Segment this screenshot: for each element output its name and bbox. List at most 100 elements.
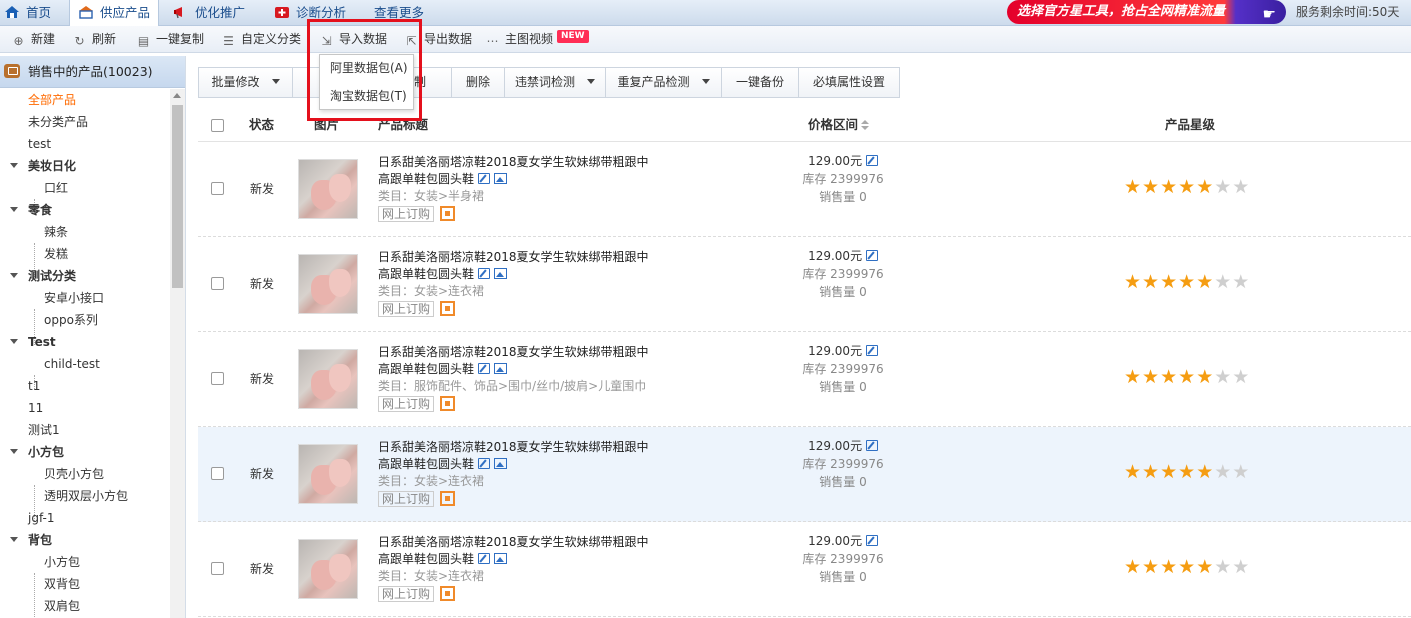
- expand-arrow-icon[interactable]: [10, 339, 18, 344]
- import-ali-package-option[interactable]: 阿里数据包(A): [320, 57, 413, 79]
- tree-node-jgf-1[interactable]: jgf-1: [28, 507, 54, 529]
- refresh-button[interactable]: ↻ 刷新: [73, 26, 116, 53]
- tree-node-test[interactable]: test: [28, 133, 51, 155]
- edit-icon[interactable]: [477, 268, 490, 279]
- table-row[interactable]: 新发 日系甜美洛丽塔凉鞋2018夏女学生软妹绑带粗跟中高跟单鞋包圆头鞋 类目：女…: [198, 427, 1411, 522]
- qr-code-icon[interactable]: [440, 206, 455, 221]
- image-icon[interactable]: [493, 173, 507, 184]
- tree-node-clear-bag[interactable]: 透明双层小方包: [44, 485, 128, 507]
- qr-code-icon[interactable]: [440, 396, 455, 411]
- tree-node-shell-bag[interactable]: 贝壳小方包: [44, 463, 104, 485]
- product-thumbnail[interactable]: [298, 254, 358, 314]
- product-title[interactable]: 日系甜美洛丽塔凉鞋2018夏女学生软妹绑带粗跟中高跟单鞋包圆头鞋: [378, 155, 649, 186]
- tab-home[interactable]: 首页: [4, 0, 51, 26]
- sidebar-scrollbar[interactable]: [170, 89, 185, 618]
- image-icon[interactable]: [493, 268, 507, 279]
- product-thumbnail[interactable]: [298, 349, 358, 409]
- tree-node-test-category[interactable]: 测试分类: [10, 265, 76, 287]
- new-button[interactable]: ⊕ 新建: [12, 26, 55, 53]
- image-icon[interactable]: [493, 363, 507, 374]
- row-checkbox[interactable]: [211, 372, 224, 385]
- custom-category-button[interactable]: ☰ 自定义分类: [222, 26, 301, 53]
- online-order-tag[interactable]: 网上订购: [378, 396, 435, 412]
- product-title[interactable]: 日系甜美洛丽塔凉鞋2018夏女学生软妹绑带粗跟中高跟单鞋包圆头鞋: [378, 535, 649, 566]
- online-order-tag[interactable]: 网上订购: [378, 206, 435, 222]
- online-order-tag[interactable]: 网上订购: [378, 491, 435, 507]
- edit-icon[interactable]: [477, 553, 490, 564]
- online-order-tag[interactable]: 网上订购: [378, 586, 435, 602]
- row-checkbox[interactable]: [211, 467, 224, 480]
- import-taobao-package-option[interactable]: 淘宝数据包(T): [320, 85, 413, 107]
- expand-arrow-icon[interactable]: [10, 537, 18, 542]
- tree-node-t1[interactable]: t1: [28, 375, 40, 397]
- product-thumbnail[interactable]: [298, 539, 358, 599]
- product-title[interactable]: 日系甜美洛丽塔凉鞋2018夏女学生软妹绑带粗跟中高跟单鞋包圆头鞋: [378, 440, 649, 471]
- tab-more[interactable]: 查看更多: [374, 0, 424, 26]
- tab-supply-products[interactable]: 供应产品: [69, 0, 160, 27]
- row-checkbox[interactable]: [211, 182, 224, 195]
- banned-word-check-button[interactable]: 违禁词检测: [504, 67, 606, 98]
- edit-price-icon[interactable]: [865, 535, 878, 546]
- expand-arrow-icon[interactable]: [10, 273, 18, 278]
- tree-node-beauty[interactable]: 美妆日化: [10, 155, 76, 177]
- batch-edit-button[interactable]: 批量修改: [198, 67, 293, 98]
- product-thumbnail[interactable]: [298, 159, 358, 219]
- product-title[interactable]: 日系甜美洛丽塔凉鞋2018夏女学生软妹绑带粗跟中高跟单鞋包圆头鞋: [378, 345, 649, 376]
- required-attributes-button[interactable]: 必填属性设置: [798, 67, 900, 98]
- edit-price-icon[interactable]: [865, 345, 878, 356]
- row-checkbox[interactable]: [211, 562, 224, 575]
- sort-icon[interactable]: [861, 120, 870, 130]
- scroll-up-arrow-icon[interactable]: [173, 93, 181, 98]
- expand-arrow-icon[interactable]: [10, 449, 18, 454]
- qr-code-icon[interactable]: [440, 586, 455, 601]
- table-row[interactable]: 新发 日系甜美洛丽塔凉鞋2018夏女学生软妹绑带粗跟中高跟单鞋包圆头鞋 类目：服…: [198, 332, 1411, 427]
- tree-node-backpack-small[interactable]: 小方包: [44, 551, 80, 573]
- tree-node-android-port[interactable]: 安卓小接口: [44, 287, 104, 309]
- tree-node-oppo[interactable]: oppo系列: [44, 309, 98, 331]
- tree-node-child-test[interactable]: child-test: [44, 353, 100, 375]
- edit-price-icon[interactable]: [865, 440, 878, 451]
- tree-node-small-bag[interactable]: 小方包: [10, 441, 64, 463]
- tree-node-11[interactable]: 11: [28, 397, 43, 419]
- row-checkbox[interactable]: [211, 277, 224, 290]
- tree-node-snacks[interactable]: 零食: [10, 199, 52, 221]
- edit-icon[interactable]: [477, 363, 490, 374]
- export-data-button[interactable]: ⇱ 导出数据: [405, 26, 472, 53]
- one-click-backup-button[interactable]: 一键备份: [721, 67, 799, 98]
- tree-node-spicy-strips[interactable]: 辣条: [44, 221, 68, 243]
- online-order-tag[interactable]: 网上订购: [378, 301, 435, 317]
- one-click-copy-button[interactable]: ▤ 一键复制: [137, 26, 204, 53]
- expand-arrow-icon[interactable]: [10, 207, 18, 212]
- table-row[interactable]: 新发 日系甜美洛丽塔凉鞋2018夏女学生软妹绑带粗跟中高跟单鞋包圆头鞋 类目：女…: [198, 522, 1411, 617]
- header-price[interactable]: 价格区间: [808, 110, 870, 140]
- promo-banner[interactable]: 选择官方星工具，抢占全网精准流量 ☛: [1007, 0, 1286, 24]
- product-title[interactable]: 日系甜美洛丽塔凉鞋2018夏女学生软妹绑带粗跟中高跟单鞋包圆头鞋: [378, 250, 649, 281]
- tree-node-test1[interactable]: 测试1: [28, 419, 60, 441]
- qr-code-icon[interactable]: [440, 491, 455, 506]
- delete-button[interactable]: 删除: [451, 67, 505, 98]
- image-icon[interactable]: [493, 458, 507, 469]
- edit-price-icon[interactable]: [865, 250, 878, 261]
- tree-node-backpack[interactable]: 背包: [10, 529, 52, 551]
- tab-diagnosis[interactable]: 诊断分析: [274, 0, 346, 26]
- import-data-button[interactable]: ⇲ 导入数据: [320, 26, 387, 53]
- tree-node-lipstick[interactable]: 口红: [44, 177, 68, 199]
- image-icon[interactable]: [493, 553, 507, 564]
- table-row[interactable]: 新发 日系甜美洛丽塔凉鞋2018夏女学生软妹绑带粗跟中高跟单鞋包圆头鞋 类目：女…: [198, 142, 1411, 237]
- tree-node-shoulder-backpack[interactable]: 双肩包: [44, 595, 80, 617]
- scrollbar-thumb[interactable]: [172, 105, 183, 288]
- tree-node-double-backpack[interactable]: 双背包: [44, 573, 80, 595]
- edit-icon[interactable]: [477, 458, 490, 469]
- tree-node-rice-cake[interactable]: 发糕: [44, 243, 68, 265]
- tab-promotion[interactable]: 优化推广: [173, 0, 245, 26]
- qr-code-icon[interactable]: [440, 301, 455, 316]
- edit-icon[interactable]: [477, 173, 490, 184]
- tree-node-uncategorized[interactable]: 未分类产品: [28, 111, 88, 133]
- main-image-video-button[interactable]: ⋯ 主图视频: [486, 26, 554, 53]
- edit-price-icon[interactable]: [865, 155, 878, 166]
- select-all-checkbox[interactable]: [211, 119, 224, 132]
- duplicate-check-button[interactable]: 重复产品检测: [605, 67, 722, 98]
- sidebar-header[interactable]: 销售中的产品(10023): [0, 56, 185, 88]
- tree-node-all-products[interactable]: 全部产品: [28, 89, 76, 111]
- product-thumbnail[interactable]: [298, 444, 358, 504]
